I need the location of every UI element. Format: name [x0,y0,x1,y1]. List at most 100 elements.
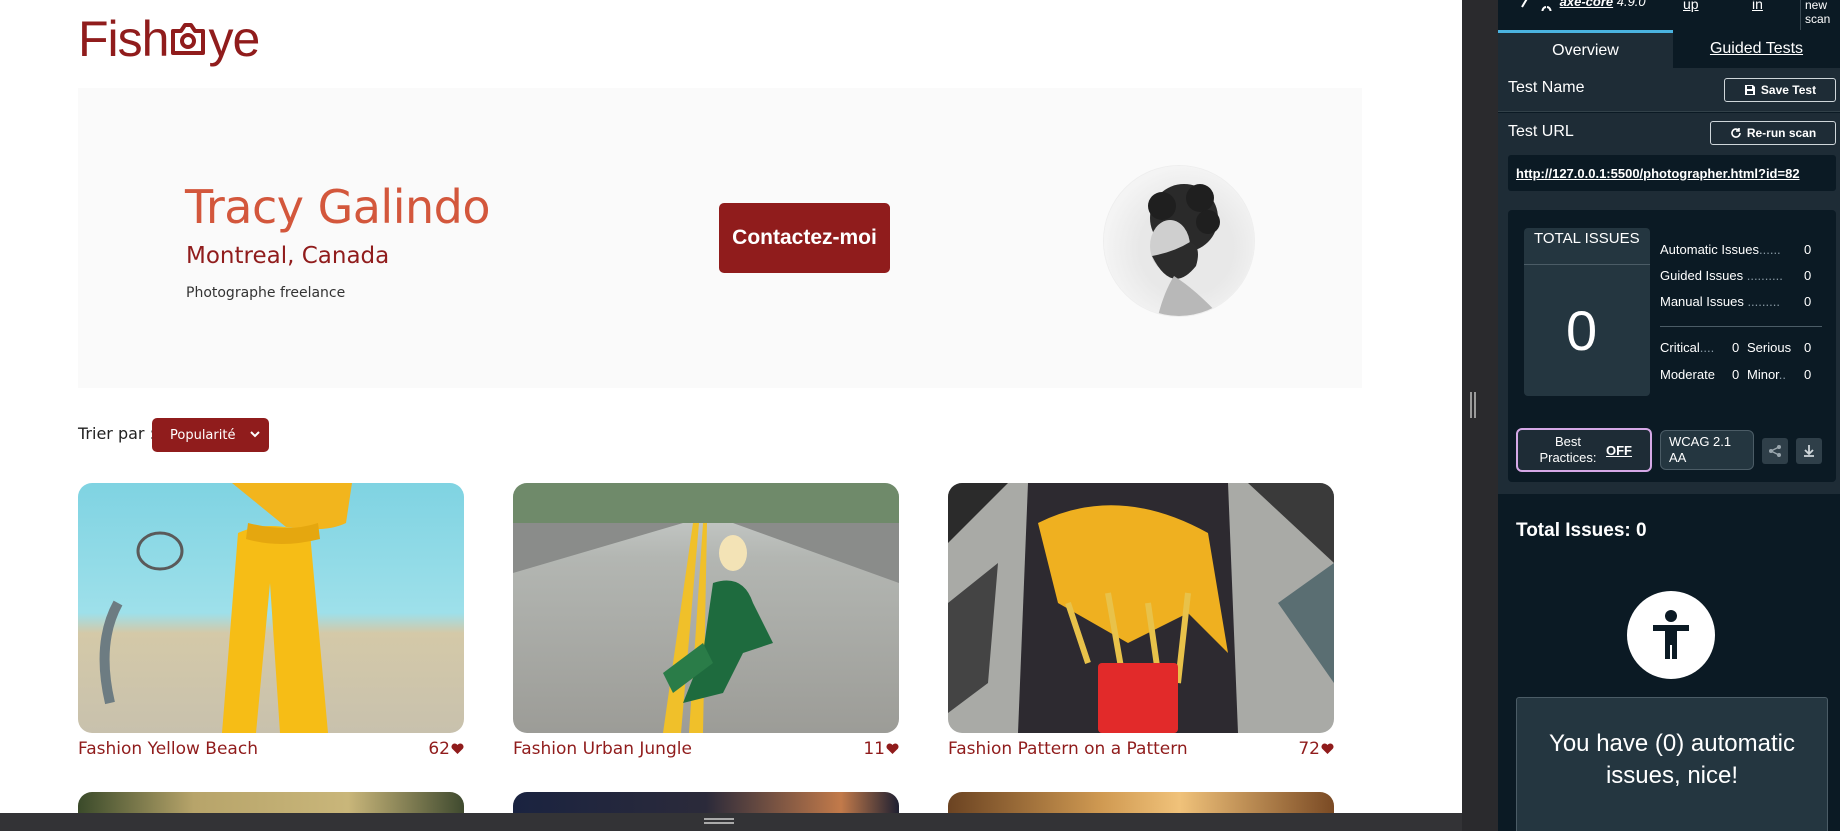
axe-logo[interactable]: axe-core 4.9.0 [1520,0,1646,16]
automatic-issues-stat: Automatic Issues...... [1660,242,1781,257]
total-issues-title: TOTAL ISSUES [1534,230,1640,247]
media-likes[interactable]: 62 [428,739,464,759]
axe-core-link[interactable]: axe-core [1560,0,1613,9]
sort-select[interactable]: Popularité [152,418,269,452]
best-practices-toggle[interactable]: Best Practices: OFF [1516,428,1652,472]
total-issues-value: 0 [1636,520,1647,541]
axe-version: 4.9.0 [1616,0,1646,9]
axe-top-nav: axe-core 4.9.0 up in new scan [1498,0,1840,30]
critical-count: 0 [1732,340,1740,355]
sort-label: Trier par : [78,424,155,443]
website-page: Fish ye Tracy Galindo Montreal, Canada P… [0,0,1462,813]
photo-graphic [513,483,899,733]
save-test-button[interactable]: Save Test [1724,78,1836,102]
total-issues-heading: Total Issues: 0 [1516,520,1647,542]
serious-count: 0 [1804,340,1812,355]
accessibility-figure-icon [1653,610,1689,659]
moderate-label: Moderate [1660,367,1715,382]
axe-tabs: Overview Guided Tests [1498,30,1840,68]
accessibility-icon [1627,591,1715,679]
test-url-label: Test URL [1508,123,1574,140]
likes-count: 72 [1298,739,1320,759]
media-title: Fashion Pattern on a Pattern [948,739,1188,759]
test-name-row: Test Name Save Test [1498,68,1840,112]
test-url-link[interactable]: http://127.0.0.1:5500/photographer.html?… [1508,155,1836,191]
photographer-header: Tracy Galindo Montreal, Canada Photograp… [78,88,1362,388]
critical-label: Critical [1660,340,1700,355]
media-photo-pattern-on-pattern[interactable] [948,483,1334,733]
minor-label: Minor [1747,367,1779,382]
nav-link-up[interactable]: up [1683,0,1699,12]
media-photo-partial[interactable] [513,792,899,813]
media-card[interactable]: Fashion Pattern on a Pattern 72 [948,483,1334,759]
media-card[interactable]: Fashion Yellow Beach 62 [78,483,464,759]
rerun-scan-button[interactable]: Re-run scan [1710,121,1836,145]
photo-graphic [99,483,352,733]
axe-icon [1521,0,1552,16]
photographer-avatar [1104,166,1254,316]
critical-stat: Critical.... [1660,340,1715,355]
best-practices-label: Best Practices: [1539,434,1597,465]
total-issues-count: 0 [1566,299,1598,362]
automatic-issues-count: 0 [1804,242,1812,257]
likes-count: 11 [863,739,885,759]
photographer-name: Tracy Galindo [185,180,490,234]
stats-divider [1660,326,1822,327]
fisheye-logo[interactable]: Fish ye [78,10,260,68]
new-scan-line1: new [1805,0,1828,12]
media-photo-yellow-beach[interactable] [78,483,464,733]
share-button[interactable] [1762,438,1788,464]
likes-count: 62 [428,739,450,759]
heart-icon[interactable] [451,743,464,755]
tab-guided-tests[interactable]: Guided Tests [1673,30,1840,68]
download-icon [1804,445,1814,457]
save-test-label: Save Test [1760,83,1817,97]
tab-overview[interactable]: Overview [1498,30,1673,68]
panel-splitter[interactable] [1462,0,1498,831]
automatic-issues-label: Automatic Issues [1660,242,1759,257]
contact-button[interactable]: Contactez-moi [719,203,890,273]
media-photo-urban-jungle[interactable] [513,483,899,733]
rerun-scan-label: Re-run scan [1746,126,1817,140]
no-issues-message: You have (0) automatic issues, nice! [1516,697,1828,831]
camera-icon [171,23,206,55]
media-photo-partial[interactable] [78,792,464,813]
logo-text-start: Fish [78,11,169,67]
axe-devtools-panel: axe-core 4.9.0 up in new scan Overview G… [1498,0,1840,831]
media-title: Fashion Urban Jungle [513,739,692,759]
total-divider [1524,264,1650,265]
logo-text-end: ye [208,11,260,67]
media-card[interactable]: Fashion Urban Jungle 11 [513,483,899,759]
wcag-level-select[interactable]: WCAG 2.1 AA [1660,430,1754,470]
avatar-portrait-graphic [1148,184,1220,316]
chevron-down-icon [250,431,260,438]
new-scan-button[interactable]: new scan [1800,0,1840,30]
guided-issues-count: 0 [1804,268,1812,283]
photo-graphic [948,483,1334,733]
splitter-grip[interactable] [1470,392,1476,418]
media-likes[interactable]: 72 [1298,739,1334,759]
serious-label: Serious [1747,340,1792,355]
export-button[interactable] [1796,438,1822,464]
bottom-resize-bar[interactable] [0,813,1462,831]
nav-link-in[interactable]: in [1752,0,1763,12]
media-likes[interactable]: 11 [863,739,899,759]
total-issues-label: Total Issues: [1516,520,1631,541]
photographer-location: Montreal, Canada [186,243,390,269]
save-icon [1744,85,1755,95]
guided-issues-label: Guided Issues [1660,268,1744,283]
refresh-icon [1731,128,1741,138]
guided-issues-stat: Guided Issues .......... [1660,268,1783,283]
manual-issues-stat: Manual Issues ......... [1660,294,1780,309]
sort-selected-value: Popularité [170,427,236,443]
photographer-tagline: Photographe freelance [186,285,346,301]
heart-icon[interactable] [1321,743,1334,755]
share-icon [1769,445,1781,457]
moderate-count: 0 [1732,367,1740,382]
media-photo-partial[interactable] [948,792,1334,813]
resize-handle[interactable] [704,818,734,824]
heart-icon[interactable] [886,743,899,755]
media-title: Fashion Yellow Beach [78,739,258,759]
best-practices-state: OFF [1606,442,1632,458]
test-name-label: Test Name [1508,79,1585,96]
